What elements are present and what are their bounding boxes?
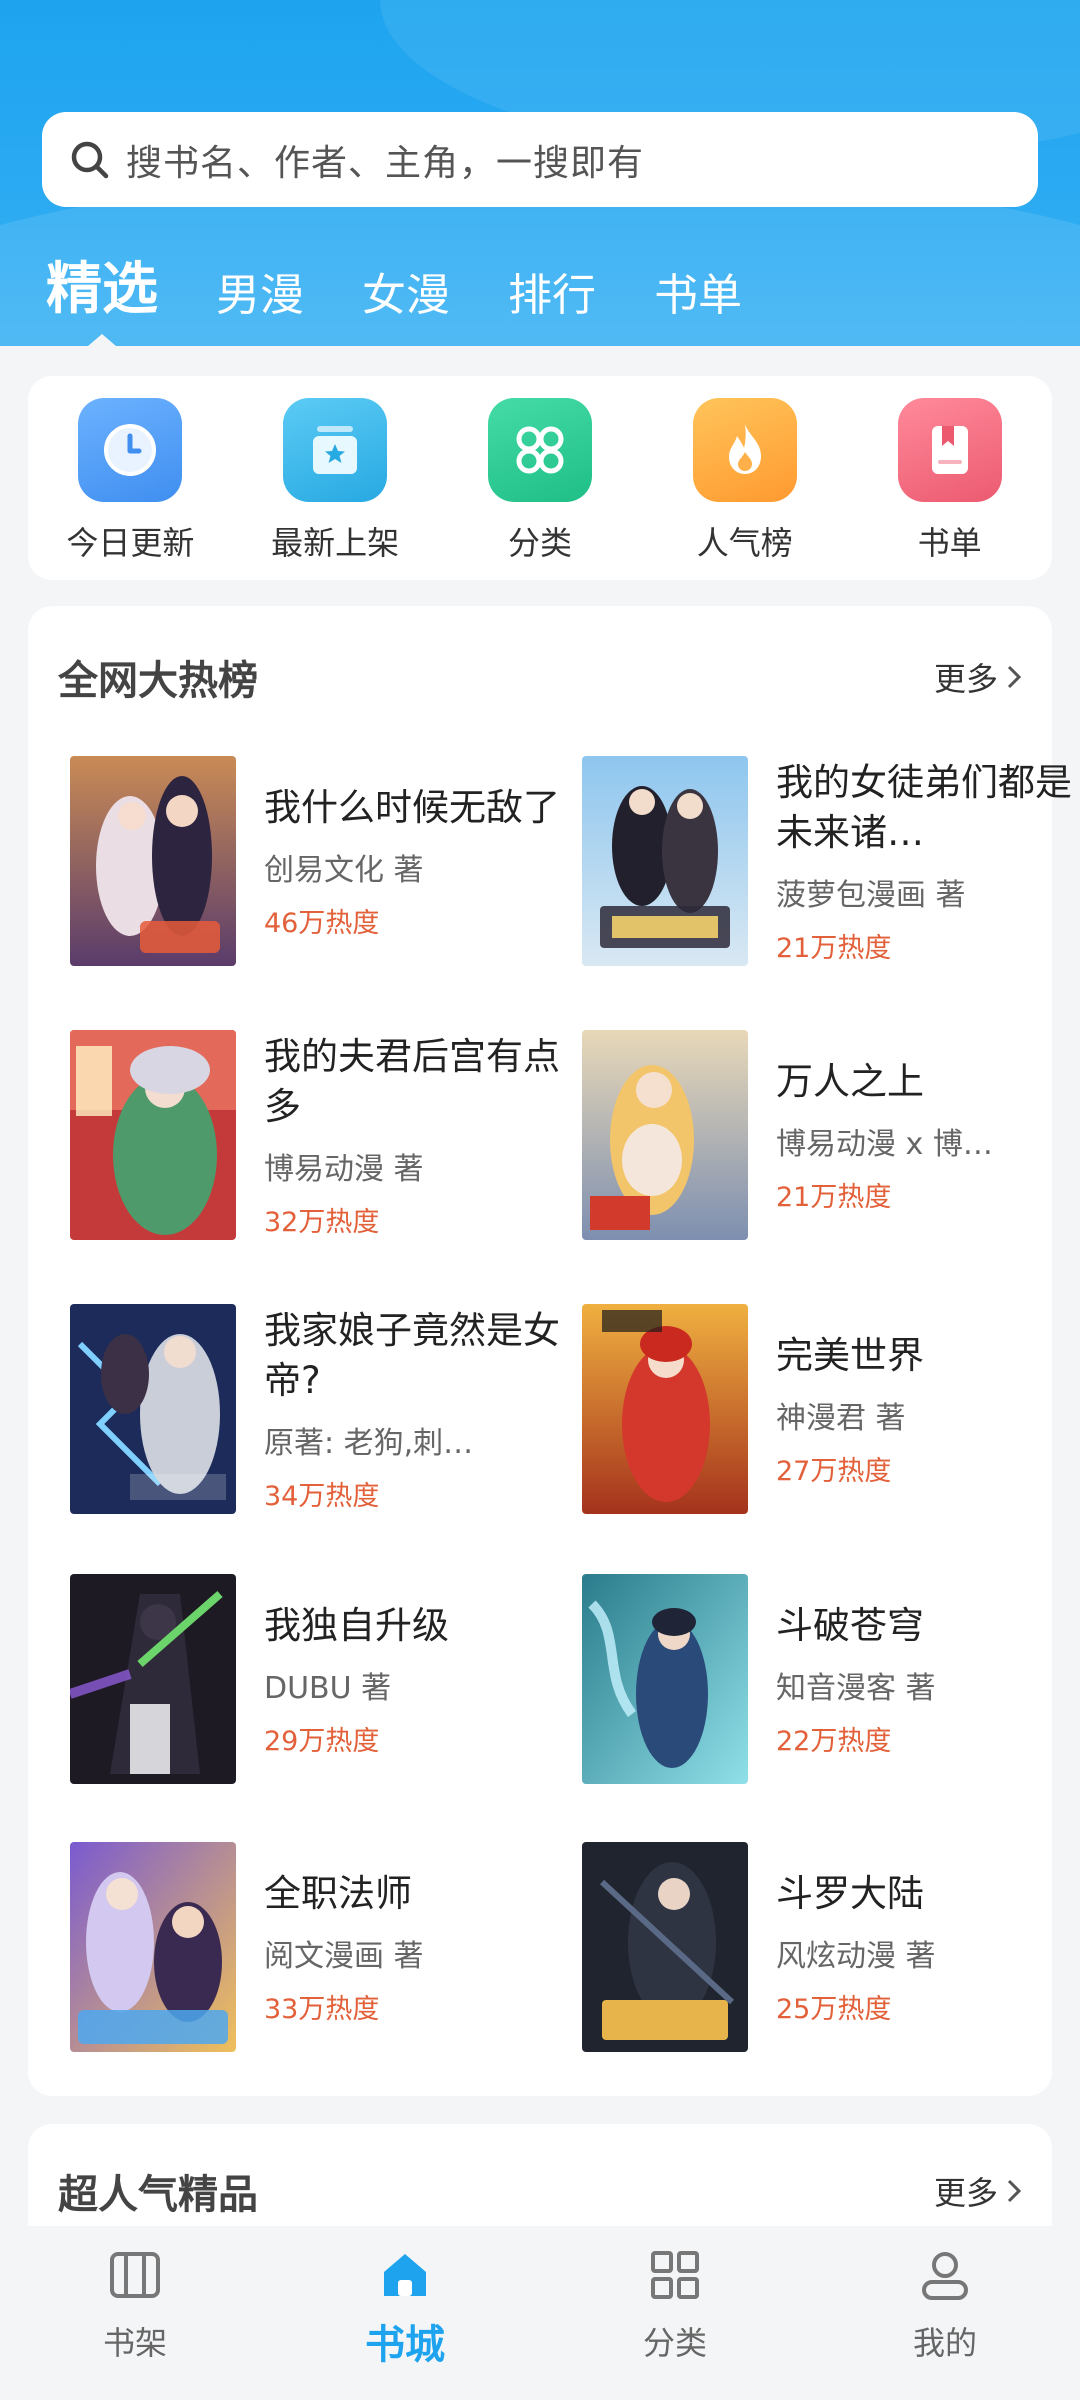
more-link[interactable]: 更多 xyxy=(934,654,1024,700)
book-card[interactable]: 我独自升级 DUBU 著 29万热度 xyxy=(70,1574,570,1788)
nav-profile[interactable]: 我的 xyxy=(845,2246,1045,2364)
book-heat: 21万热度 xyxy=(776,932,892,964)
category-grid-icon xyxy=(651,2251,699,2299)
chevron-right-icon xyxy=(1007,2179,1022,2203)
book-cover xyxy=(70,1030,236,1240)
nav-label: 书城 xyxy=(365,2322,445,2368)
book-cover xyxy=(582,756,748,966)
nav-bookshelf[interactable]: 书架 xyxy=(35,2246,235,2364)
chevron-right-icon xyxy=(1007,665,1022,689)
book-title: 我的女徒弟们都是未来诸… xyxy=(776,760,1072,854)
book-card[interactable]: 斗罗大陆 风炫动漫 著 25万热度 xyxy=(582,1842,1080,2056)
book-heat: 27万热度 xyxy=(776,1455,892,1487)
section-title: 超人气精品 xyxy=(58,2172,258,2218)
book-heat: 46万热度 xyxy=(264,907,380,939)
nav-bookstore[interactable]: 书城 xyxy=(305,2246,505,2370)
quick-link-new-arrivals[interactable]: 最新上架 xyxy=(245,398,425,564)
book-author: 博易动漫 著 xyxy=(264,1151,424,1187)
book-title: 斗破苍穹 xyxy=(776,1603,924,1647)
more-link-label: 更多 xyxy=(933,2174,998,2212)
quick-link-popularity[interactable]: 人气榜 xyxy=(655,398,835,564)
book-author: 神漫君 著 xyxy=(776,1400,906,1436)
book-heat: 25万热度 xyxy=(776,1993,892,2025)
book-author: 创易文化 著 xyxy=(264,852,424,888)
clock-icon xyxy=(78,398,183,502)
book-cover xyxy=(70,1304,236,1514)
quick-link-label: 今日更新 xyxy=(66,524,195,562)
fire-icon xyxy=(692,398,797,502)
tab-male-comics[interactable]: 男漫 xyxy=(216,274,304,330)
book-card[interactable]: 我的女徒弟们都是未来诸… 菠萝包漫画 著 21万热度 xyxy=(582,756,1080,970)
book-cover xyxy=(582,1304,748,1514)
header: 搜书名、作者、主角，一搜即有 精选 男漫 女漫 排行 书单 xyxy=(0,0,1080,346)
section-title: 全网大热榜 xyxy=(58,658,258,704)
book-author: 知音漫客 著 xyxy=(776,1670,936,1706)
category-icon xyxy=(487,398,592,502)
bottom-nav: 书架 书城 分类 我的 xyxy=(0,2226,1080,2400)
book-heat: 33万热度 xyxy=(264,1993,380,2025)
book-heat: 22万热度 xyxy=(776,1725,892,1757)
book-title: 万人之上 xyxy=(776,1059,924,1103)
profile-icon xyxy=(922,2252,968,2300)
quick-link-category[interactable]: 分类 xyxy=(450,398,630,564)
book-title: 我什么时候无敌了 xyxy=(264,785,560,829)
nav-category[interactable]: 分类 xyxy=(575,2246,775,2364)
book-card[interactable]: 我的夫君后宫有点多 博易动漫 著 32万热度 xyxy=(70,1030,570,1244)
book-title: 我家娘子竟然是女帝? xyxy=(264,1308,560,1402)
tab-female-comics[interactable]: 女漫 xyxy=(362,274,450,330)
book-author: 菠萝包漫画 著 xyxy=(776,877,966,913)
book-title: 斗罗大陆 xyxy=(776,1871,924,1915)
book-cover xyxy=(582,1030,748,1240)
book-heat: 34万热度 xyxy=(264,1480,380,1512)
quick-link-label: 书单 xyxy=(917,524,982,562)
quick-link-booklist[interactable]: 书单 xyxy=(860,398,1040,564)
search-placeholder: 搜书名、作者、主角，一搜即有 xyxy=(126,142,645,184)
search-bar[interactable]: 搜书名、作者、主角，一搜即有 xyxy=(42,112,1038,207)
book-card[interactable]: 斗破苍穹 知音漫客 著 22万热度 xyxy=(582,1574,1080,1788)
book-card[interactable]: 完美世界 神漫君 著 27万热度 xyxy=(582,1304,1080,1518)
book-card[interactable]: 万人之上 博易动漫 x 博… 21万热度 xyxy=(582,1030,1080,1244)
bookstore-home-icon xyxy=(384,2254,426,2296)
tab-ranking[interactable]: 排行 xyxy=(508,274,596,330)
book-card[interactable]: 我什么时候无敌了 创易文化 著 46万热度 xyxy=(70,756,570,970)
book-card[interactable]: 我家娘子竟然是女帝? 原著: 老狗,刺… 34万热度 xyxy=(70,1304,570,1518)
book-cover xyxy=(70,1574,236,1784)
quick-link-label: 人气榜 xyxy=(696,524,793,562)
tab-booklist[interactable]: 书单 xyxy=(654,274,742,330)
book-heat: 29万热度 xyxy=(264,1725,380,1757)
book-cover xyxy=(582,1574,748,1784)
book-title: 全职法师 xyxy=(264,1871,412,1915)
book-title: 我独自升级 xyxy=(264,1603,449,1647)
active-tab-indicator xyxy=(88,334,116,346)
hot-ranking-section: 全网大热榜 更多 我什么时候无敌了 创易文化 著 46万热度 我的女徒弟们都是未… xyxy=(28,606,1072,2096)
category-tabs: 精选 男漫 女漫 排行 书单 xyxy=(46,250,800,330)
new-shelf-icon xyxy=(283,398,388,502)
booklist-icon xyxy=(897,398,1002,502)
book-cover xyxy=(70,1842,236,2052)
quick-link-label: 最新上架 xyxy=(271,524,400,562)
quick-link-today-update[interactable]: 今日更新 xyxy=(40,398,220,564)
nav-label: 我的 xyxy=(912,2324,977,2362)
book-title: 我的夫君后宫有点多 xyxy=(264,1034,560,1128)
quick-links: 今日更新 最新上架 分类 人气榜 书单 xyxy=(28,376,1052,580)
bookshelf-icon xyxy=(110,2252,160,2298)
more-link[interactable]: 更多 xyxy=(934,2168,1024,2214)
book-card[interactable]: 全职法师 阅文漫画 著 33万热度 xyxy=(70,1842,570,2056)
quick-link-label: 分类 xyxy=(507,524,572,562)
book-heat: 32万热度 xyxy=(264,1206,380,1238)
nav-label: 书架 xyxy=(102,2324,167,2362)
tab-featured[interactable]: 精选 xyxy=(46,262,158,330)
book-cover xyxy=(582,1842,748,2052)
book-cover xyxy=(70,756,236,966)
book-author: 原著: 老狗,刺… xyxy=(264,1425,474,1461)
search-icon xyxy=(71,141,109,178)
book-title: 完美世界 xyxy=(776,1333,924,1377)
book-heat: 21万热度 xyxy=(776,1181,892,1213)
more-link-label: 更多 xyxy=(933,660,998,698)
book-author: 阅文漫画 著 xyxy=(264,1938,424,1974)
nav-label: 分类 xyxy=(642,2324,707,2362)
book-author: 风炫动漫 著 xyxy=(776,1938,936,1974)
book-author: 博易动漫 x 博… xyxy=(776,1126,993,1162)
book-author: DUBU 著 xyxy=(264,1670,392,1706)
